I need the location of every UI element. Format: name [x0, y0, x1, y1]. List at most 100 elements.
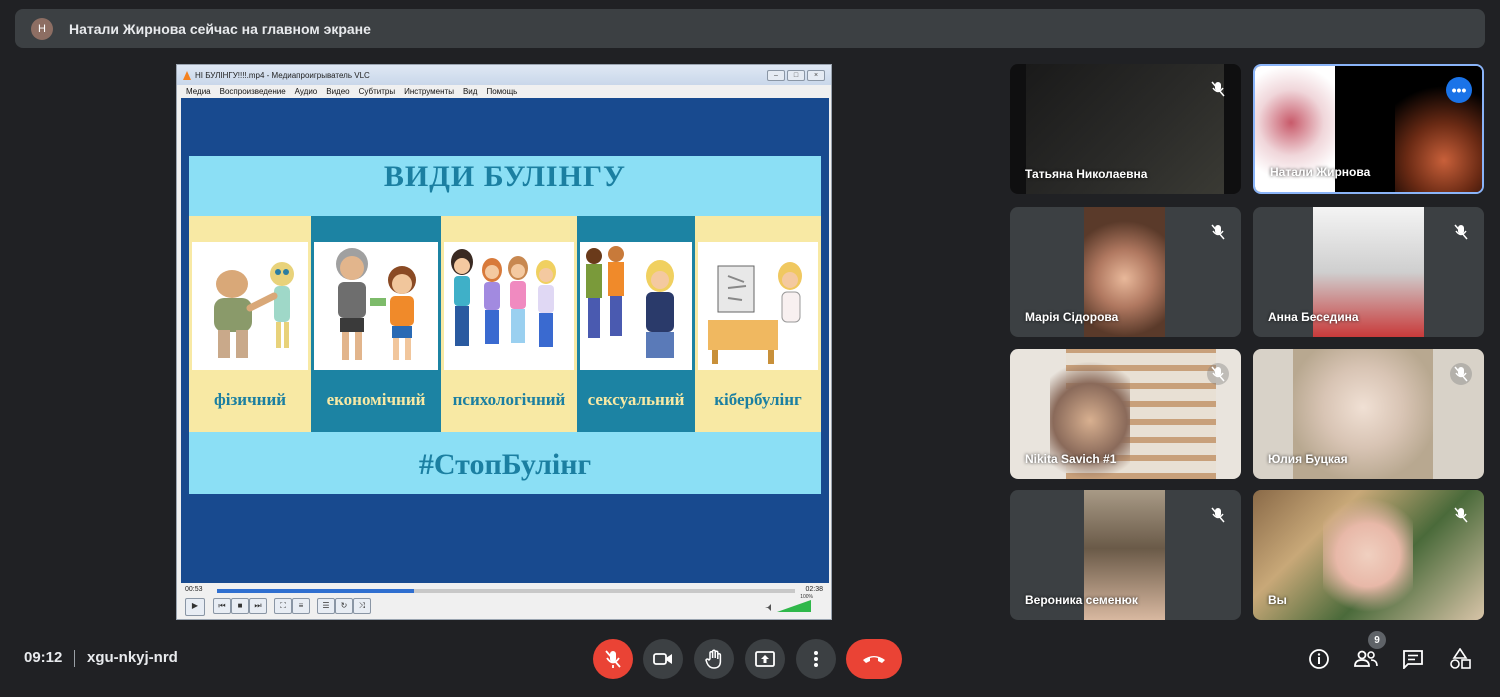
- mic-off-icon: [1207, 221, 1229, 243]
- extended-settings-icon[interactable]: ≡: [292, 598, 310, 614]
- shuffle-icon[interactable]: ⤨: [353, 598, 371, 614]
- stop-icon[interactable]: ■: [231, 598, 249, 614]
- vlc-menu-bar: Медиа Воспроизведение Аудио Видео Субтит…: [177, 85, 831, 97]
- raise-hand-button[interactable]: [694, 639, 734, 679]
- previous-icon[interactable]: ⏮: [213, 598, 231, 614]
- mic-off-icon: [1450, 363, 1472, 385]
- more-vert-icon: [814, 651, 818, 667]
- activities-button[interactable]: [1448, 647, 1472, 671]
- participant-count-badge: 9: [1368, 631, 1386, 649]
- vlc-menu-video[interactable]: Видео: [326, 87, 349, 96]
- meeting-details-button[interactable]: [1307, 647, 1331, 671]
- leave-call-button[interactable]: [846, 639, 902, 679]
- participant-name: Вероника семенюк: [1025, 593, 1138, 607]
- panel-physical: фізичний: [189, 216, 311, 432]
- vlc-title-text: НІ БУЛІНГУ!!!!.mp4 - Медиапроигрыватель …: [195, 70, 370, 80]
- type-label: економічний: [326, 390, 426, 409]
- present-screen-button[interactable]: [745, 639, 785, 679]
- vlc-menu-tools[interactable]: Инструменты: [404, 87, 454, 96]
- divider: [74, 650, 75, 667]
- participant-tile[interactable]: Юлия Буцкая: [1253, 349, 1484, 479]
- presenter-avatar: Н: [31, 17, 53, 40]
- participant-name: Nikita Savich #1: [1025, 452, 1117, 466]
- participant-name: Юлия Буцкая: [1268, 452, 1348, 466]
- participant-tile[interactable]: Nikita Savich #1: [1010, 349, 1241, 479]
- playlist-icon[interactable]: ☰: [317, 598, 335, 614]
- volume-slider[interactable]: 100%: [765, 594, 813, 612]
- people-icon: [1354, 650, 1378, 667]
- vlc-menu-playback[interactable]: Воспроизведение: [220, 87, 286, 96]
- seek-bar[interactable]: [217, 589, 795, 593]
- sexual-illustration: [580, 242, 692, 370]
- mic-off-icon: [1207, 78, 1229, 100]
- info-icon: [1309, 649, 1329, 669]
- more-options-icon[interactable]: •••: [1446, 77, 1472, 103]
- close-icon[interactable]: ×: [807, 69, 825, 81]
- camera-icon: [653, 653, 672, 665]
- vlc-menu-view[interactable]: Вид: [463, 87, 477, 96]
- vlc-cone-icon: [183, 70, 191, 80]
- present-screen-icon: [755, 651, 775, 667]
- mic-off-icon: [1207, 363, 1229, 385]
- chat-button[interactable]: [1401, 647, 1425, 671]
- shared-screen-vlc-window: НІ БУЛІНГУ!!!!.mp4 - Медиапроигрыватель …: [176, 64, 832, 620]
- mic-off-icon: [605, 650, 621, 668]
- participant-tile[interactable]: Анна Беседина: [1253, 207, 1484, 337]
- type-label: психологічний: [452, 390, 566, 409]
- participant-tile[interactable]: Вероника семенюк: [1010, 490, 1241, 620]
- elapsed-time: 00:53: [185, 586, 203, 593]
- participant-name: Марія Сідорова: [1025, 310, 1119, 324]
- cyber-illustration: [698, 242, 818, 370]
- minimize-icon[interactable]: –: [767, 69, 785, 81]
- end-call-icon: [863, 656, 885, 663]
- physical-illustration: [192, 242, 308, 370]
- meeting-code: xgu-nkyj-nrd: [87, 649, 178, 666]
- mic-off-icon: [1450, 504, 1472, 526]
- slide-title: ВИДИ БУЛІНГУ: [383, 160, 627, 193]
- type-label: фізичний: [213, 390, 287, 409]
- participant-tile[interactable]: Марія Сідорова: [1010, 207, 1241, 337]
- vlc-controls: 00:53 02:38 ▶ ⏮ ■ ⏭ ⛶ ≡ ☰ ↻ ⤨ 100%: [177, 583, 831, 619]
- bullying-types-panels: фізичний економічний психологічний сексу…: [189, 216, 821, 432]
- activities-icon: [1450, 648, 1471, 669]
- participant-video: [1323, 490, 1413, 620]
- total-time: 02:38: [805, 586, 823, 593]
- type-label: кібербулінг: [714, 390, 802, 409]
- panel-cyber: кібербулінг: [695, 216, 821, 432]
- vlc-video-area: ВИДИ БУЛІНГУ фізичний економічний психол…: [181, 98, 829, 584]
- fullscreen-icon[interactable]: ⛶: [274, 598, 292, 614]
- panel-sexual: сексуальний: [577, 216, 695, 432]
- loop-icon[interactable]: ↻: [335, 598, 353, 614]
- chat-icon: [1403, 650, 1423, 669]
- slide-hashtag: #СтопБулінг: [418, 448, 592, 481]
- economic-illustration: [314, 242, 438, 370]
- vlc-title-bar: НІ БУЛІНГУ!!!!.mp4 - Медиапроигрыватель …: [177, 65, 831, 85]
- next-icon[interactable]: ⏭: [249, 598, 267, 614]
- participant-tile-self[interactable]: Вы: [1253, 490, 1484, 620]
- meeting-clock: 09:12: [24, 649, 63, 666]
- microphone-toggle-button[interactable]: [593, 639, 633, 679]
- slide: ВИДИ БУЛІНГУ фізичний економічний психол…: [189, 156, 821, 494]
- vlc-menu-subtitles[interactable]: Субтитры: [359, 87, 395, 96]
- type-label: сексуальний: [587, 390, 685, 409]
- participant-name: Татьяна Николаевна: [1025, 167, 1148, 181]
- play-icon[interactable]: ▶: [185, 598, 205, 616]
- camera-toggle-button[interactable]: [643, 639, 683, 679]
- people-button[interactable]: [1354, 647, 1378, 671]
- raise-hand-icon: [705, 649, 722, 669]
- psychological-illustration: [444, 242, 574, 370]
- seek-progress: [217, 589, 414, 593]
- participant-tile-presenter[interactable]: ••• Натали Жирнова: [1253, 64, 1484, 194]
- participant-name: Вы: [1268, 593, 1287, 607]
- more-options-button[interactable]: [796, 639, 836, 679]
- maximize-icon[interactable]: □: [787, 69, 805, 81]
- vlc-menu-media[interactable]: Медиа: [186, 87, 211, 96]
- participant-tile[interactable]: Татьяна Николаевна: [1010, 64, 1241, 194]
- vlc-menu-audio[interactable]: Аудио: [295, 87, 318, 96]
- presenter-banner-text: Натали Жирнова сейчас на главном экране: [69, 20, 371, 37]
- participant-name: Натали Жирнова: [1270, 165, 1371, 179]
- participant-name: Анна Беседина: [1268, 310, 1359, 324]
- panel-psychological: психологічний: [441, 216, 577, 432]
- panel-economic: економічний: [311, 216, 441, 432]
- vlc-menu-help[interactable]: Помощь: [486, 87, 517, 96]
